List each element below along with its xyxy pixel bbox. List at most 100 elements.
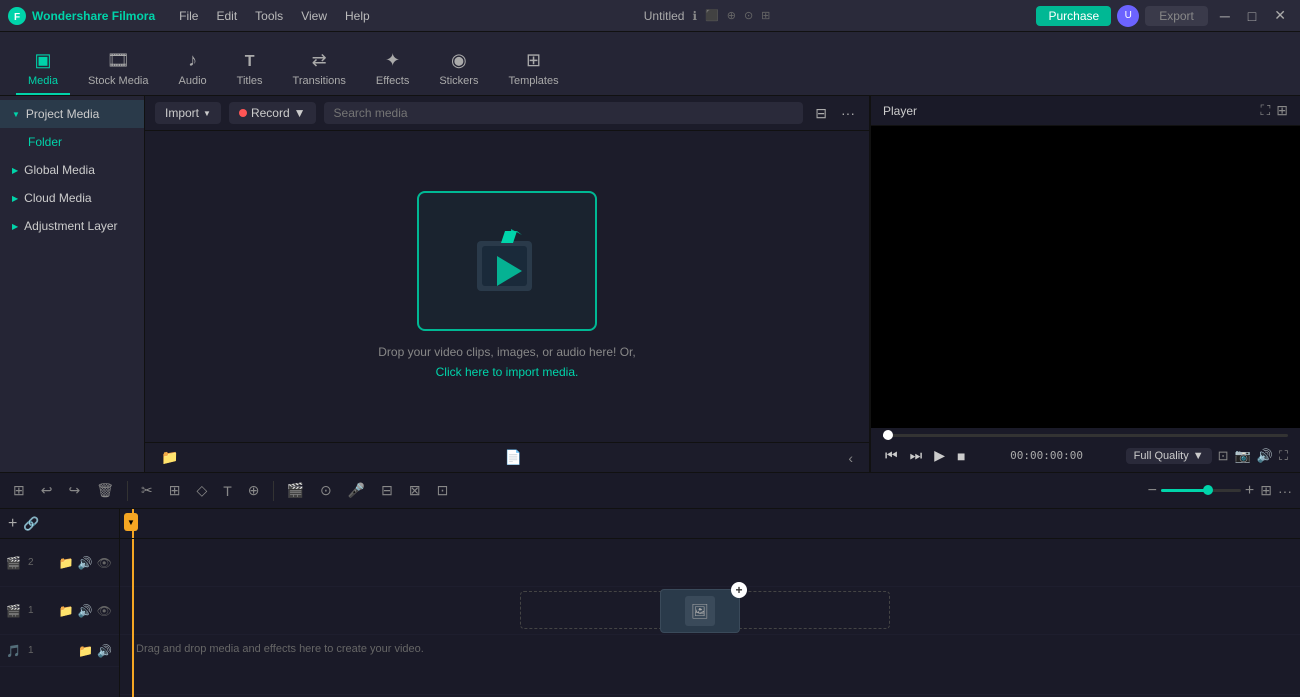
- tl-undo-button[interactable]: ↩: [36, 480, 58, 501]
- import-link[interactable]: Click here to import media.: [436, 365, 579, 379]
- collapse-button[interactable]: ‹: [842, 448, 859, 468]
- toolbar-effects[interactable]: ✦ Effects: [364, 44, 421, 95]
- import-files-button[interactable]: 📄: [499, 447, 528, 468]
- add-track-button[interactable]: +: [8, 515, 17, 533]
- tl-pip-button[interactable]: ⊡: [432, 480, 454, 501]
- playhead-top[interactable]: ▼: [124, 513, 138, 531]
- player-progress-bar[interactable]: [871, 428, 1300, 441]
- sidebar-item-adjustment-layer[interactable]: ▶ Adjustment Layer: [0, 212, 144, 240]
- zoom-out-button[interactable]: −: [1148, 482, 1157, 500]
- player-settings-button[interactable]: ⊞: [1276, 102, 1288, 119]
- tl-mask-button[interactable]: ◇: [191, 480, 212, 501]
- toolbar-audio[interactable]: ♪ Audio: [167, 44, 219, 95]
- menu-view[interactable]: View: [293, 7, 335, 25]
- new-folder-button[interactable]: 📁: [155, 447, 184, 468]
- progress-knob[interactable]: [883, 430, 893, 440]
- tl-marker-button[interactable]: ⊙: [315, 480, 337, 501]
- tl-snap-button[interactable]: ⊞: [8, 480, 30, 501]
- volume-button[interactable]: 🔊: [1257, 448, 1273, 464]
- menu-edit[interactable]: Edit: [208, 7, 245, 25]
- player-resize-button[interactable]: ⛶: [1260, 102, 1270, 119]
- player-prev-frame-button[interactable]: ⏮: [883, 445, 900, 466]
- track-1-eye-btn[interactable]: 👁: [96, 603, 113, 619]
- search-input[interactable]: [324, 102, 804, 124]
- zoom-knob[interactable]: [1203, 485, 1213, 495]
- sidebar-item-project-media[interactable]: ▼ Project Media: [0, 100, 144, 128]
- toolbar-templates[interactable]: ⊞ Templates: [496, 44, 570, 95]
- toolbar-stock-media[interactable]: 🎞 Stock Media: [76, 44, 161, 95]
- track-area-audio-1[interactable]: [120, 663, 1300, 695]
- screenshot-button[interactable]: ⊡: [1218, 448, 1229, 464]
- tl-delete-button[interactable]: 🗑: [91, 480, 119, 501]
- quality-select-button[interactable]: Full Quality ▼: [1126, 448, 1212, 464]
- tl-split-button[interactable]: ✂: [136, 480, 158, 501]
- track-video-1: 🎬 1 📁 🔊 👁: [0, 587, 119, 635]
- audio-icon: ♪: [188, 50, 197, 71]
- menu-tools[interactable]: Tools: [247, 7, 291, 25]
- maximize-button[interactable]: □: [1242, 6, 1262, 26]
- track-1-folder-btn[interactable]: 📁: [58, 603, 75, 619]
- track-audio-folder-btn[interactable]: 📁: [77, 643, 94, 659]
- sidebar: ▼ Project Media Folder ▶ Global Media ▶ …: [0, 96, 145, 472]
- track-1-volume-btn[interactable]: 🔊: [77, 603, 94, 619]
- tl-speed-button[interactable]: ⊕: [243, 480, 265, 501]
- sidebar-folder[interactable]: Folder: [0, 128, 144, 156]
- menu-help[interactable]: Help: [337, 7, 378, 25]
- minimize-button[interactable]: ─: [1214, 6, 1236, 26]
- track-2-eye-btn[interactable]: 👁: [96, 555, 113, 571]
- track-2-volume-btn[interactable]: 🔊: [77, 555, 94, 571]
- purchase-button[interactable]: Purchase: [1036, 6, 1111, 26]
- tl-audio-btn[interactable]: 🎤: [343, 480, 370, 501]
- fullscreen-button[interactable]: ⛶: [1279, 448, 1288, 464]
- track-2-folder-btn[interactable]: 📁: [58, 555, 75, 571]
- timeline-ruler: ▼ 00:00:00 00:00:04:25 00:00:09:20 00:00…: [120, 509, 1300, 539]
- more-button[interactable]: ···: [837, 103, 859, 124]
- toolbar-media[interactable]: ▣ Media: [16, 44, 70, 95]
- tl-scene-button[interactable]: 🎬: [282, 480, 309, 501]
- tl-track-btn[interactable]: ⊟: [376, 480, 398, 501]
- avatar[interactable]: U: [1117, 5, 1139, 27]
- media-content: Drop your video clips, images, or audio …: [145, 131, 869, 442]
- close-button[interactable]: ✕: [1268, 5, 1292, 26]
- tl-redo-button[interactable]: ↪: [63, 480, 85, 501]
- title-right: Purchase U Export ─ □ ✕: [1036, 5, 1292, 27]
- player-stop-button[interactable]: ■: [955, 446, 967, 466]
- record-button[interactable]: Record ▼: [229, 102, 316, 124]
- export-button[interactable]: Export: [1145, 6, 1208, 26]
- tl-layout-button[interactable]: ⊞: [1260, 482, 1272, 499]
- info-icon[interactable]: ℹ: [692, 9, 697, 23]
- track-area-video-1[interactable]: 🖼 +: [120, 587, 1300, 635]
- toolbar-stickers[interactable]: ◉ Stickers: [427, 44, 490, 95]
- tl-keyframe-button[interactable]: ⊠: [404, 480, 426, 501]
- sidebar-item-cloud-media[interactable]: ▶ Cloud Media: [0, 184, 144, 212]
- add-clip-button[interactable]: +: [731, 582, 747, 598]
- filter-button[interactable]: ⊟: [811, 103, 831, 124]
- tl-text-button[interactable]: T: [218, 481, 237, 501]
- tl-left-top: + 🔗: [0, 509, 119, 539]
- player-next-frame-button[interactable]: ⏭: [908, 445, 925, 466]
- import-button[interactable]: Import ▼: [155, 102, 221, 124]
- progress-track[interactable]: [883, 434, 1288, 437]
- tl-crop-button[interactable]: ⊞: [164, 480, 186, 501]
- camera-button[interactable]: 📷: [1235, 448, 1251, 464]
- zoom-slider[interactable]: [1161, 489, 1241, 492]
- record-dropdown-icon: ▼: [294, 106, 306, 120]
- menu-file[interactable]: File: [171, 7, 206, 25]
- drop-area[interactable]: [417, 191, 597, 331]
- toolbar-titles[interactable]: T Titles: [225, 47, 275, 95]
- timeline-right: ▼ 00:00:00 00:00:04:25 00:00:09:20 00:00…: [120, 509, 1300, 697]
- track-2-buttons: 📁 🔊 👁: [58, 555, 113, 571]
- sidebar-item-global-media[interactable]: ▶ Global Media: [0, 156, 144, 184]
- record-label: Record: [251, 106, 290, 120]
- effects-icon: ✦: [385, 50, 400, 71]
- tl-separator-1: [127, 481, 128, 501]
- tl-more-button[interactable]: ···: [1278, 483, 1292, 499]
- toolbar-transitions[interactable]: ⇄ Transitions: [281, 44, 358, 95]
- media-thumbnail[interactable]: 🖼 +: [660, 589, 740, 633]
- player-play-button[interactable]: ▶: [932, 445, 947, 466]
- zoom-in-button[interactable]: +: [1245, 482, 1254, 500]
- track-audio-volume-btn[interactable]: 🔊: [96, 643, 113, 659]
- media-footer: 📁 📄 ‹: [145, 442, 869, 472]
- link-button[interactable]: 🔗: [23, 516, 39, 532]
- track-area-video-2[interactable]: [120, 539, 1300, 587]
